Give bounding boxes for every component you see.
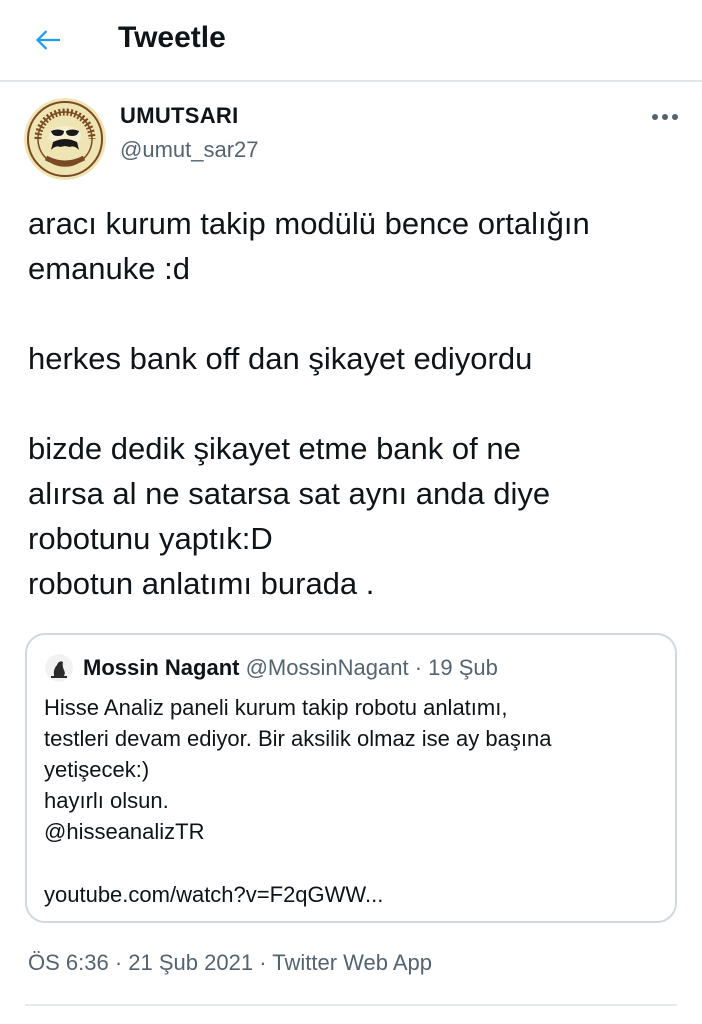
quoted-author-handle: @MossinNagant (245, 655, 409, 680)
quoted-tweet-card[interactable]: Mossin Nagant @MossinNagant · 19 Şub His… (25, 633, 677, 923)
quoted-date: 19 Şub (428, 655, 498, 680)
divider (25, 1004, 677, 1006)
quoted-tweet-link[interactable]: youtube.com/watch?v=F2qGWW... (44, 879, 383, 910)
tweet-source[interactable]: Twitter Web App (272, 950, 432, 975)
quoted-author-name: Mossin Nagant (83, 655, 240, 680)
author-name[interactable]: UMUTSARI (120, 103, 239, 129)
page-title: Tweetle (118, 21, 226, 54)
top-app-bar: Tweetle (0, 0, 702, 82)
quoted-tweet-header: Mossin Nagant @MossinNagant · 19 Şub (83, 654, 498, 682)
author-avatar[interactable] (24, 98, 106, 180)
meta-separator: · (114, 950, 123, 975)
more-horizontal-icon[interactable] (648, 106, 682, 128)
quoted-separator: · (414, 655, 423, 680)
tweet-time: ÖS 6:36 (28, 950, 109, 975)
meta-separator: · (259, 950, 267, 975)
author-handle[interactable]: @umut_sar27 (120, 137, 259, 163)
arrow-left-icon[interactable] (30, 22, 66, 58)
tweet-text: aracı kurum takip modülü bence ortalığın… (28, 206, 590, 601)
quoted-author-avatar (45, 654, 73, 682)
quoted-tweet-text: Hisse Analiz paneli kurum takip robotu a… (44, 695, 552, 844)
tweet-date: 21 Şub 2021 (128, 950, 254, 975)
tweet-metadata: ÖS 6:36 · 21 Şub 2021 · Twitter Web App (28, 950, 432, 976)
